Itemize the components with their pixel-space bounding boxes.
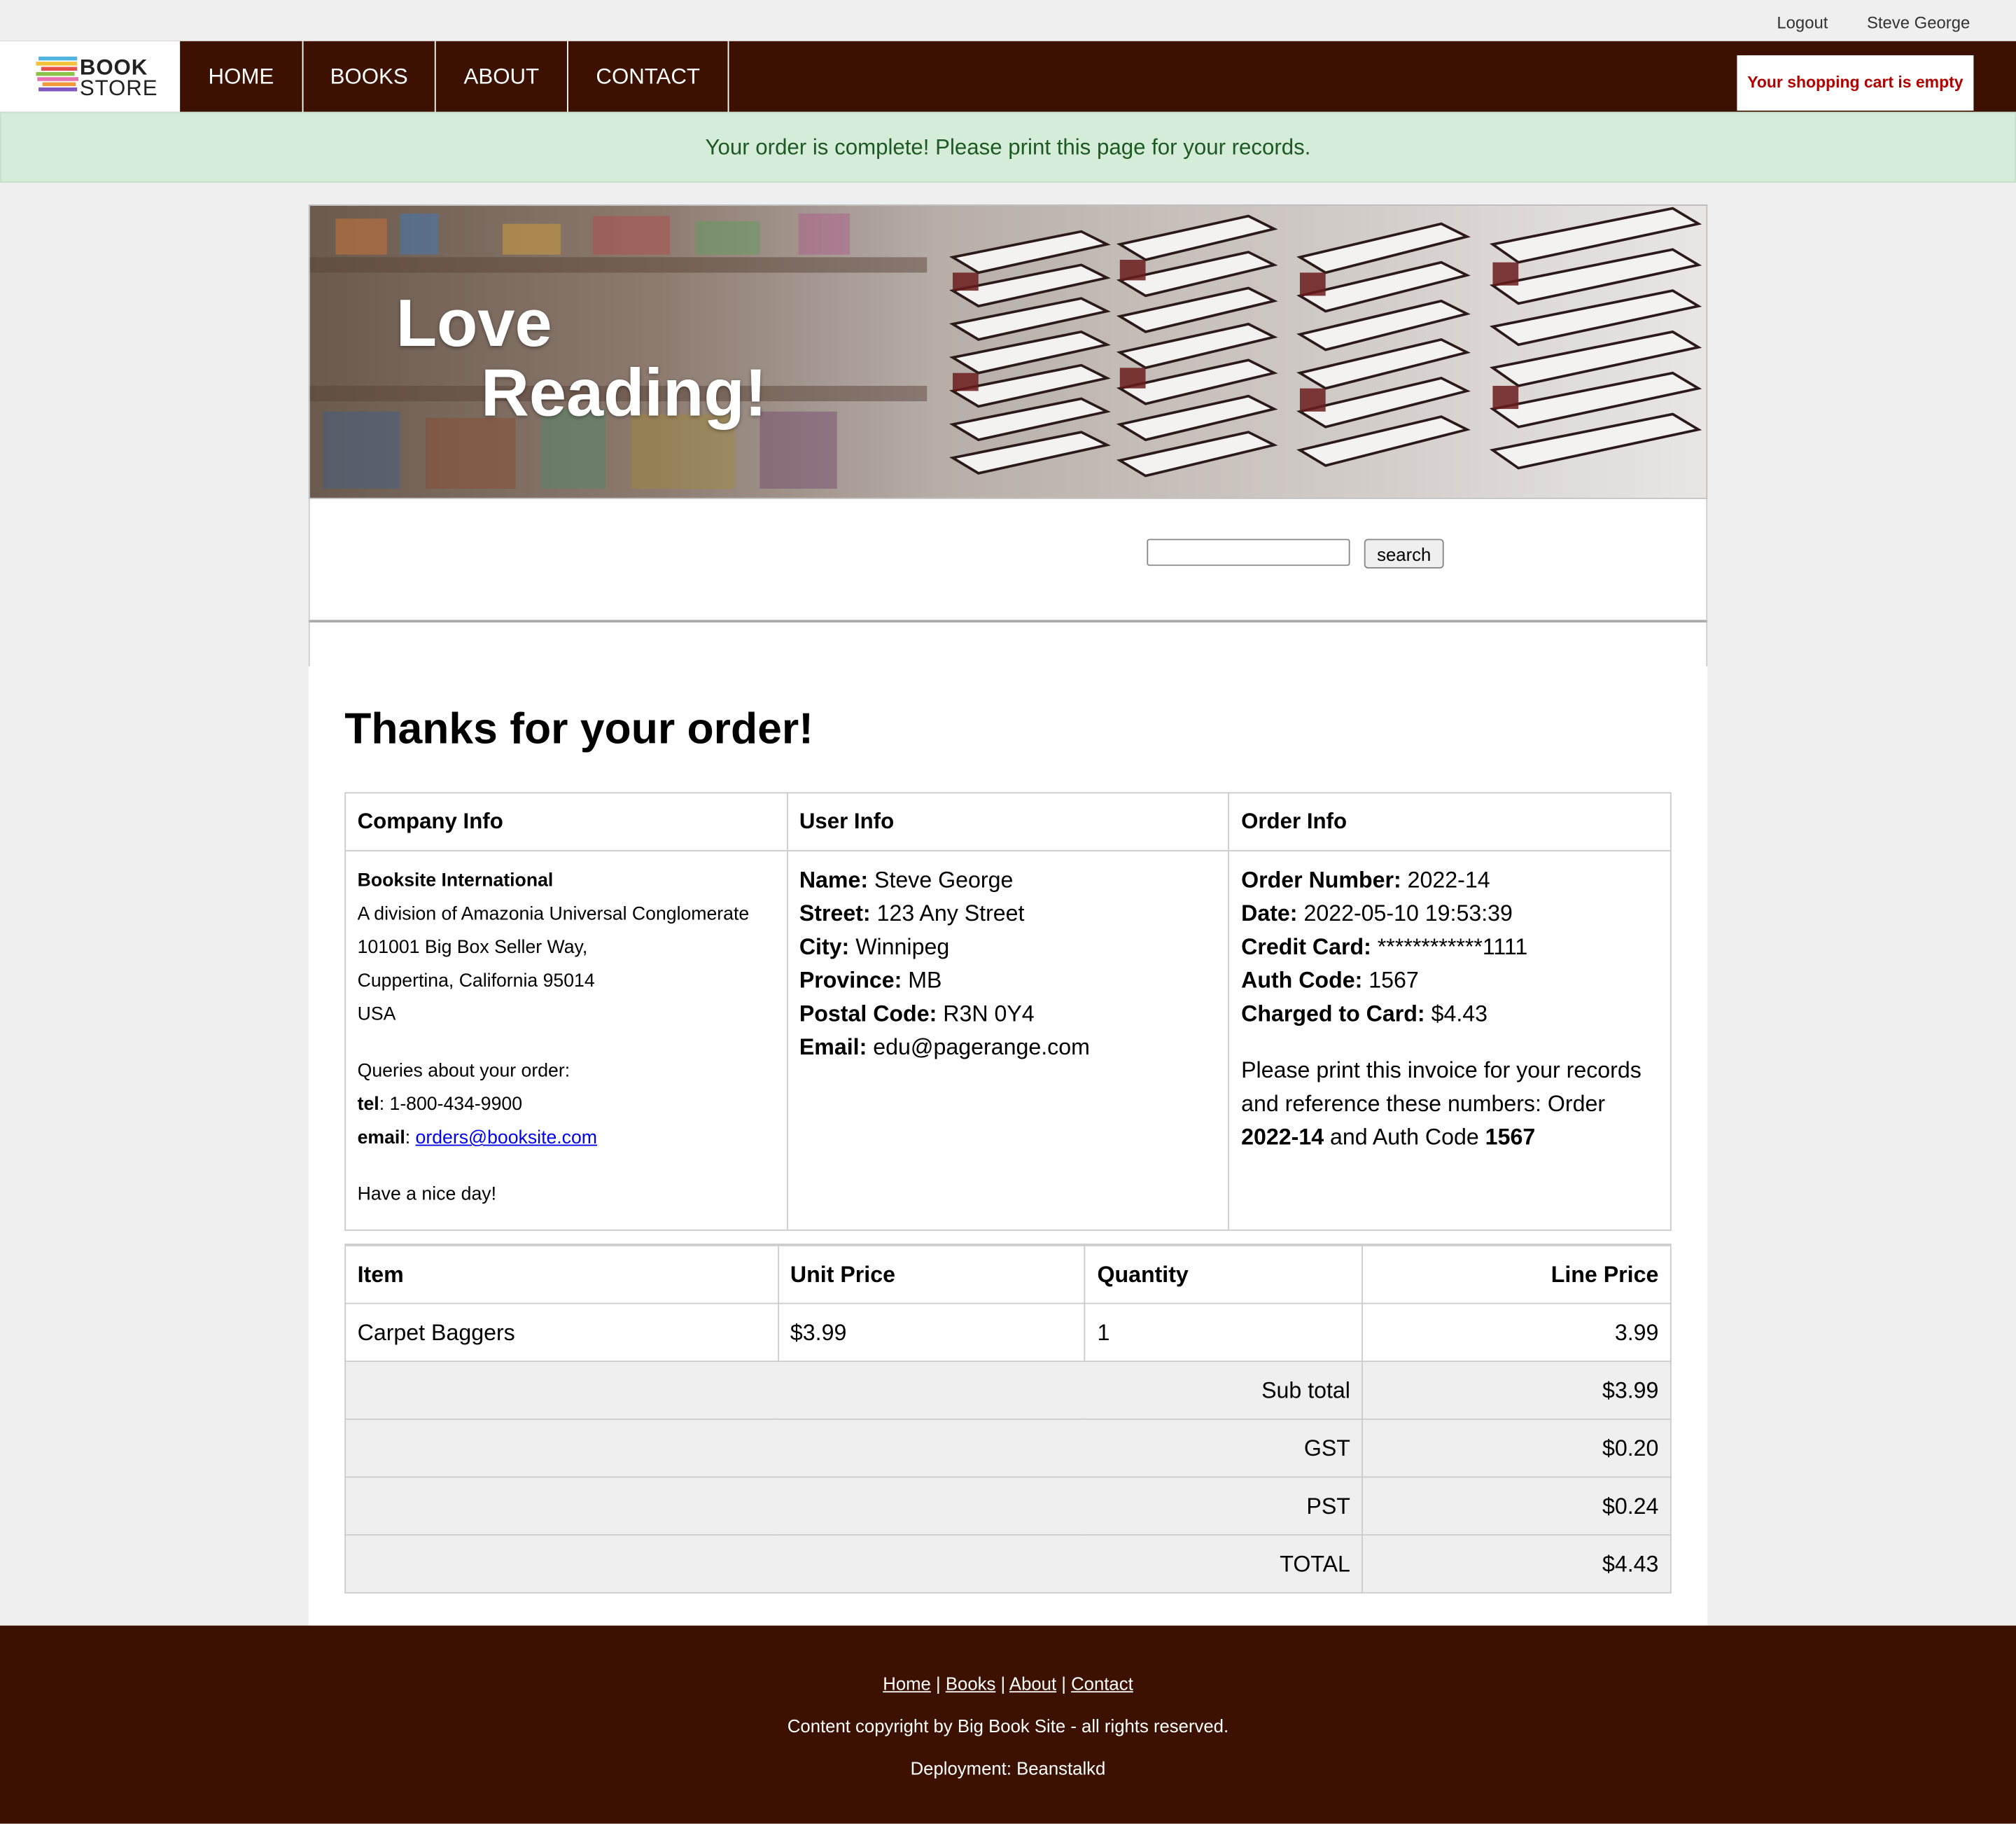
pst-value: $0.24 — [1362, 1476, 1672, 1536]
order-items-table: Item Unit Price Quantity Line Price Carp… — [344, 1244, 1672, 1594]
order-info-cell: Order Number: 2022-14 Date: 2022-05-10 1… — [1228, 850, 1672, 1231]
gst-value: $0.20 — [1362, 1418, 1672, 1478]
logo-text-store: STORE — [79, 76, 158, 101]
company-line: A division of Amazonia Universal Conglom… — [357, 904, 750, 925]
tel-label: tel — [357, 1094, 379, 1115]
user-name-value: Steve George — [874, 866, 1014, 893]
search-area: search — [308, 499, 1708, 622]
tel-value: 1-800-434-9900 — [389, 1094, 523, 1115]
table-row: Carpet Baggers $3.99 1 3.99 — [344, 1302, 1672, 1363]
company-line: USA — [357, 1004, 396, 1025]
subtotal-value: $3.99 — [1362, 1360, 1672, 1420]
footer-link-home[interactable]: Home — [883, 1673, 931, 1694]
street-label: Street: — [799, 900, 871, 926]
nav-about[interactable]: ABOUT — [436, 41, 568, 112]
order-number-value: 2022-14 — [1407, 866, 1490, 893]
bookstore-logo[interactable]: BOOK STORE — [0, 41, 181, 112]
charged-label: Charged to Card: — [1241, 1000, 1425, 1026]
line-price-header: Line Price — [1362, 1244, 1672, 1304]
shopping-cart-status[interactable]: Your shopping cart is empty — [1737, 55, 1974, 111]
item-header: Item — [344, 1244, 779, 1304]
footer-separator: | — [1000, 1673, 1006, 1694]
company-name: Booksite International — [357, 870, 554, 891]
city-label: City: — [799, 933, 850, 960]
quantity-header: Quantity — [1084, 1244, 1364, 1304]
city-value: Winnipeg — [855, 933, 950, 960]
main-nav: BOOK STORE HOME BOOKS ABOUT CONTACT Your… — [0, 41, 2016, 112]
date-label: Date: — [1241, 900, 1298, 926]
company-info-cell: Booksite International A division of Ama… — [344, 850, 788, 1231]
nav-home[interactable]: HOME — [180, 41, 304, 112]
logout-link[interactable]: Logout — [1777, 13, 1828, 32]
order-info-table: Company Info User Info Order Info Booksi… — [344, 792, 1672, 1231]
queries-label: Queries about your order: — [357, 1061, 570, 1082]
nav-books[interactable]: BOOKS — [303, 41, 436, 112]
postal-value: R3N 0Y4 — [943, 1000, 1035, 1026]
company-line: 101001 Big Box Seller Way, — [357, 937, 588, 959]
pst-row: PST $0.24 — [344, 1476, 1672, 1536]
item-line-price: 3.99 — [1362, 1302, 1672, 1363]
order-info-header: Order Info — [1228, 792, 1672, 851]
footer-separator: | — [1061, 1673, 1066, 1694]
user-name-link[interactable]: Steve George — [1867, 13, 1970, 32]
banner-title-line2: Reading! — [480, 356, 767, 431]
total-label: TOTAL — [344, 1534, 1364, 1594]
search-input[interactable] — [1147, 538, 1350, 566]
credit-card-label: Credit Card: — [1241, 933, 1371, 960]
footer-separator: | — [936, 1673, 941, 1694]
order-number-label: Order Number: — [1241, 866, 1401, 893]
user-name-label: Name: — [799, 866, 869, 893]
street-value: 123 Any Street — [876, 900, 1025, 926]
user-info-header: User Info — [786, 792, 1230, 851]
search-button[interactable]: search — [1364, 538, 1444, 569]
order-complete-alert: Your order is complete! Please print thi… — [0, 111, 2016, 183]
footer-copyright: Content copyright by Big Book Site - all… — [787, 1715, 1229, 1736]
email-label: email — [357, 1127, 405, 1149]
hero-banner: Love Reading! — [308, 204, 1708, 499]
auth-code-value: 1567 — [1368, 967, 1419, 993]
gst-label: GST — [344, 1418, 1364, 1478]
banner-title-line1: Love — [396, 286, 552, 362]
footer-links: Home | Books | About | Contact — [0, 1673, 2016, 1694]
user-info-cell: Name: Steve George Street: 123 Any Stree… — [786, 850, 1230, 1231]
total-row: TOTAL $4.43 — [344, 1534, 1672, 1594]
footer-link-books[interactable]: Books — [946, 1673, 995, 1694]
gst-row: GST $0.20 — [344, 1418, 1672, 1478]
print-note: Please print this invoice for your recor… — [1241, 1057, 1642, 1150]
company-info-header: Company Info — [344, 792, 788, 851]
unit-price-header: Unit Price — [777, 1244, 1086, 1304]
item-unit-price: $3.99 — [777, 1302, 1086, 1363]
charged-value: $4.43 — [1431, 1000, 1488, 1026]
subtotal-label: Sub total — [344, 1360, 1364, 1420]
top-utility-bar: Logout Steve George — [0, 0, 2016, 41]
page-title: Thanks for your order! — [344, 704, 813, 754]
company-line: Cuppertina, California 95014 — [357, 970, 595, 992]
orders-email-link[interactable]: orders@booksite.com — [416, 1128, 597, 1148]
order-confirmation-content: Thanks for your order! Company Info User… — [308, 666, 1708, 1626]
pst-label: PST — [344, 1476, 1364, 1536]
province-value: MB — [908, 967, 942, 993]
date-value: 2022-05-10 19:53:39 — [1303, 900, 1513, 926]
footer-link-contact[interactable]: Contact — [1071, 1673, 1133, 1694]
footer-deployment: Deployment: Beanstalkd — [910, 1757, 1106, 1779]
user-email-label: Email: — [799, 1033, 867, 1060]
subtotal-row: Sub total $3.99 — [344, 1360, 1672, 1420]
closing-text: Have a nice day! — [357, 1184, 497, 1206]
user-email-value: edu@pagerange.com — [873, 1033, 1090, 1060]
footer-link-about[interactable]: About — [1009, 1673, 1056, 1694]
nav-contact[interactable]: CONTACT — [568, 41, 729, 112]
logo-bars-icon — [36, 56, 79, 95]
postal-label: Postal Code: — [799, 1000, 937, 1026]
credit-card-value: ************1111 — [1377, 933, 1528, 960]
item-quantity: 1 — [1084, 1302, 1364, 1363]
item-name: Carpet Baggers — [344, 1302, 779, 1363]
total-value: $4.43 — [1362, 1534, 1672, 1594]
content-spacer — [308, 622, 1708, 667]
auth-code-label: Auth Code: — [1241, 967, 1363, 993]
province-label: Province: — [799, 967, 902, 993]
site-footer: Home | Books | About | Contact Content c… — [0, 1625, 2016, 1824]
